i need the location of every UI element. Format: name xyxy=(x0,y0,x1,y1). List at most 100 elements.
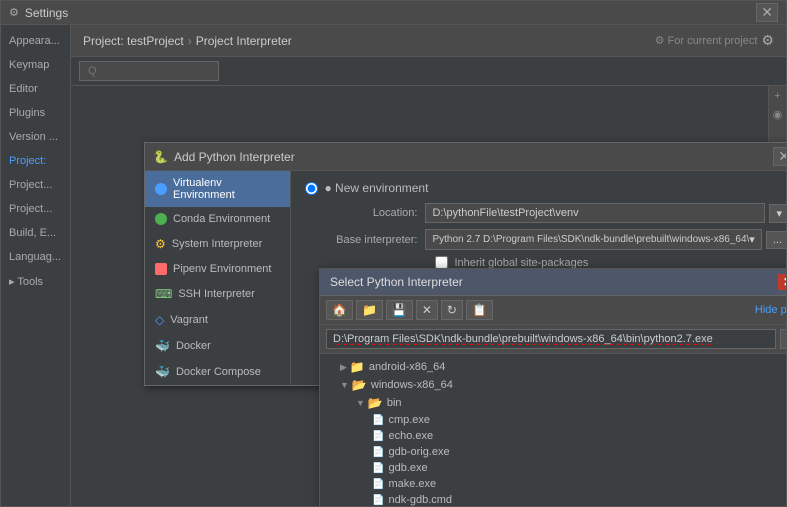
header-right: ⚙ For current project ⚙ xyxy=(655,32,774,49)
sidebar-item-project3[interactable]: Project... xyxy=(1,197,70,221)
base-interpreter-label: Base interpreter: xyxy=(305,234,425,246)
select-interpreter-dialog: Select Python Interpreter ✕ 🏠 📁 💾 ✕ ↻ 📋 xyxy=(319,268,786,506)
windows-label: windows-x86_64 xyxy=(371,379,453,391)
titlebar-left: ⚙ Settings xyxy=(9,6,68,20)
sidebar-item-plugins[interactable]: Plugins xyxy=(1,101,70,125)
cmp-label: cmp.exe xyxy=(388,414,430,426)
sidebar-item-appearance[interactable]: Appeara... xyxy=(1,29,70,53)
ndkgdb-file-icon: 📄 xyxy=(372,495,384,506)
base-interpreter-row: Base interpreter: Python 2.7 D:\Program … xyxy=(305,229,786,250)
select-interpreter-close-button[interactable]: ✕ xyxy=(778,274,786,290)
interp-type-system[interactable]: ⚙ System Interpreter xyxy=(145,231,290,257)
path-download-btn[interactable]: ⬇ xyxy=(780,329,786,349)
sidebar-item-keymap[interactable]: Keymap xyxy=(1,53,70,77)
window-close-button[interactable]: ✕ xyxy=(756,3,778,22)
toolbar-refresh-btn[interactable]: ↻ xyxy=(441,300,463,320)
ssh-icon: ⌨ xyxy=(155,287,172,301)
gdborig-file-icon: 📄 xyxy=(372,447,384,458)
system-label: System Interpreter xyxy=(172,238,262,250)
breadcrumb-interpreter: Project Interpreter xyxy=(196,34,292,48)
tree-item-windows[interactable]: ▼ 📂 windows-x86_64 xyxy=(320,376,786,394)
docker-label: Docker xyxy=(176,340,211,352)
location-label: Location: xyxy=(305,207,425,219)
settings-window: ⚙ Settings ✕ Appeara... Keymap Editor Pl… xyxy=(0,0,787,507)
sidebar-item-language[interactable]: Languag... xyxy=(1,245,70,269)
sidebar-item-editor[interactable]: Editor xyxy=(1,77,70,101)
tree-item-gdb[interactable]: 📄 gdb.exe xyxy=(320,460,786,476)
settings-sidebar: Appeara... Keymap Editor Plugins Version… xyxy=(1,25,71,506)
windows-arrow: ▼ xyxy=(340,380,349,390)
select-interpreter-title: Select Python Interpreter xyxy=(330,275,463,289)
android-label: android-x86_64 xyxy=(369,361,445,373)
right-icon-1[interactable]: + xyxy=(774,90,780,102)
ndkgdb-label: ndk-gdb.cmd xyxy=(388,494,452,506)
vagrant-label: Vagrant xyxy=(170,314,208,326)
interp-type-vagrant[interactable]: ◇ Vagrant xyxy=(145,307,290,333)
tree-item-echo[interactable]: 📄 echo.exe xyxy=(320,428,786,444)
interp-type-compose[interactable]: 🐳 Docker Compose xyxy=(145,359,290,385)
conda-icon xyxy=(155,213,167,225)
tree-item-bin[interactable]: ▼ 📂 bin xyxy=(320,394,786,412)
location-browse-btn[interactable]: ▾ xyxy=(769,204,786,223)
python-icon: 🐍 xyxy=(153,150,168,164)
select-interpreter-titlebar: Select Python Interpreter ✕ xyxy=(320,269,786,296)
base-interpreter-dropdown[interactable]: Python 2.7 D:\Program Files\SDK\ndk-bund… xyxy=(425,229,761,250)
tree-item-make[interactable]: 📄 make.exe xyxy=(320,476,786,492)
interp-type-conda[interactable]: Conda Environment xyxy=(145,207,290,231)
breadcrumb: Project: testProject › Project Interpret… xyxy=(83,34,292,48)
new-environment-label: ● New environment xyxy=(324,181,428,195)
pipenv-icon xyxy=(155,263,167,275)
settings-main: Project: testProject › Project Interpret… xyxy=(71,25,786,506)
settings-header: Project: testProject › Project Interpret… xyxy=(71,25,786,57)
gdborig-label: gdb-orig.exe xyxy=(388,446,449,458)
add-interpreter-close-button[interactable]: ✕ xyxy=(773,147,786,166)
sidebar-item-project2[interactable]: Project... xyxy=(1,173,70,197)
tree-item-cmp[interactable]: 📄 cmp.exe xyxy=(320,412,786,428)
conda-label: Conda Environment xyxy=(173,213,270,225)
path-input[interactable] xyxy=(326,329,776,349)
settings-gear-icon[interactable]: ⚙ xyxy=(761,32,774,49)
settings-search-input[interactable] xyxy=(79,61,219,81)
sidebar-item-build[interactable]: Build, E... xyxy=(1,221,70,245)
right-icon-2[interactable]: ◉ xyxy=(773,108,783,121)
bin-arrow: ▼ xyxy=(356,398,365,408)
settings-icon: ⚙ xyxy=(9,6,19,19)
sidebar-item-tools[interactable]: ▸ Tools xyxy=(1,269,70,294)
tree-item-android[interactable]: ▶ 📁 android-x86_64 xyxy=(320,358,786,376)
pipenv-label: Pipenv Environment xyxy=(173,263,271,275)
inherit-label: Inherit global site-packages xyxy=(454,257,588,269)
breadcrumb-project: Project: testProject xyxy=(83,34,184,48)
hide-path-button[interactable]: Hide path xyxy=(755,304,786,316)
toolbar-copy-btn[interactable]: 📋 xyxy=(466,300,493,320)
toolbar-folder-btn[interactable]: 📁 xyxy=(356,300,383,320)
breadcrumb-separator: › xyxy=(188,34,192,48)
android-folder-icon: 📁 xyxy=(350,360,365,374)
sidebar-item-project[interactable]: Project: xyxy=(1,149,70,173)
interp-type-pipenv[interactable]: Pipenv Environment xyxy=(145,257,290,281)
bin-folder-icon: 📂 xyxy=(368,396,383,410)
toolbar-close-btn[interactable]: ✕ xyxy=(416,300,438,320)
virtualenv-icon xyxy=(155,183,167,195)
add-interpreter-titlebar: 🐍 Add Python Interpreter ✕ xyxy=(145,143,786,171)
tree-item-ndkgdb[interactable]: 📄 ndk-gdb.cmd xyxy=(320,492,786,506)
echo-label: echo.exe xyxy=(388,430,433,442)
interp-type-ssh[interactable]: ⌨ SSH Interpreter xyxy=(145,281,290,307)
compose-label: Docker Compose xyxy=(176,366,261,378)
window-title: Settings xyxy=(25,6,68,20)
interp-type-virtualenv[interactable]: Virtualenv Environment xyxy=(145,171,290,207)
content-area: 🐍 Add Python Interpreter ✕ Virtualenv En… xyxy=(71,86,786,506)
tree-item-gdborig[interactable]: 📄 gdb-orig.exe xyxy=(320,444,786,460)
location-input[interactable] xyxy=(425,203,765,223)
toolbar-save-btn[interactable]: 💾 xyxy=(386,300,413,320)
sidebar-item-version[interactable]: Version ... xyxy=(1,125,70,149)
file-tree[interactable]: ▶ 📁 android-x86_64 ▼ 📂 windows-x86_64 xyxy=(320,354,786,506)
select-interpreter-toolbar: 🏠 📁 💾 ✕ ↻ 📋 Hide path xyxy=(320,296,786,325)
interp-type-docker[interactable]: 🐳 Docker xyxy=(145,333,290,359)
toolbar-home-btn[interactable]: 🏠 xyxy=(326,300,353,320)
base-interpreter-btn[interactable]: ... xyxy=(766,231,786,249)
system-icon: ⚙ xyxy=(155,237,166,251)
interpreter-type-list: Virtualenv Environment Conda Environment… xyxy=(145,171,291,385)
new-env-radio[interactable] xyxy=(305,182,318,195)
docker-icon: 🐳 xyxy=(155,339,170,353)
bin-label: bin xyxy=(387,397,402,409)
